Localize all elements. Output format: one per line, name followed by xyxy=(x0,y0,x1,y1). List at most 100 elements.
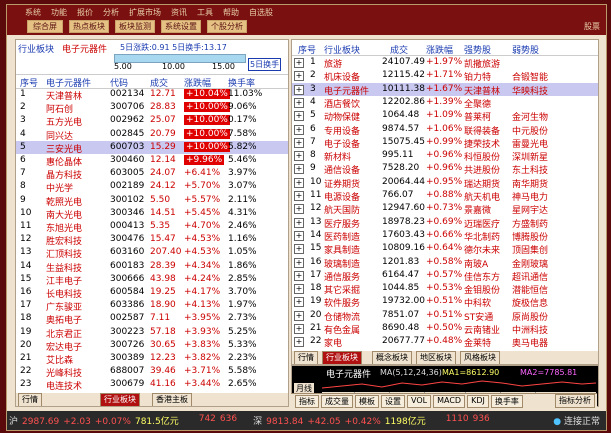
table-row[interactable]: 14 生益科技 600183 28.39 +4.34% 1.86% xyxy=(16,260,288,274)
expand-icon[interactable]: + xyxy=(294,58,304,68)
indicator-tab[interactable]: 换手率 xyxy=(490,395,523,408)
indicator-tab[interactable]: KDJ xyxy=(467,395,489,408)
indicator-tab[interactable]: 成交量 xyxy=(321,395,353,408)
expand-icon[interactable]: + xyxy=(294,244,304,255)
tab-quote[interactable]: 行情 xyxy=(18,393,42,406)
expand-icon[interactable]: + xyxy=(294,284,304,295)
expand-icon[interactable]: + xyxy=(294,230,304,241)
table-row[interactable]: +7 电子设备 15075.45 +0.99% 捷荣技术 雷曼光电 xyxy=(292,136,598,150)
tab-region[interactable]: 地区板块 xyxy=(416,351,456,364)
table-row[interactable]: 8 中光学 002189 24.12 +5.70% 3.07% xyxy=(16,180,288,194)
col-volume[interactable]: 成交 xyxy=(390,43,408,56)
expand-icon[interactable]: + xyxy=(294,204,304,215)
table-row[interactable]: 17 广东骏亚 603386 18.90 +4.13% 1.97% xyxy=(16,299,288,313)
indicator-tab[interactable]: MACD xyxy=(433,395,466,408)
table-row[interactable]: +18 其它采掘 1044.85 +0.53% 金钼股份 潜能恒信 xyxy=(292,282,598,296)
col-no[interactable]: 序号 xyxy=(298,43,316,56)
table-row[interactable]: +5 动物保健 1064.48 +1.09% 普莱柯 金河生物 xyxy=(292,109,598,123)
table-row[interactable]: 10 南大光电 300346 14.51 +5.45% 4.31% xyxy=(16,207,288,221)
tab-hk[interactable]: 香港主板 xyxy=(152,393,192,406)
toolbar-button-5[interactable]: 个股分析 xyxy=(207,20,247,33)
index-item[interactable]: 1110 936 xyxy=(438,414,498,427)
expand-icon[interactable]: + xyxy=(294,191,304,201)
table-row[interactable]: 12 胜宏科技 300476 15.47 +4.53% 1.16% xyxy=(16,233,288,247)
table-row[interactable]: 19 北京君正 300223 57.18 +3.93% 5.25% xyxy=(16,326,288,340)
indicator-tab[interactable]: VOL xyxy=(407,395,432,408)
table-row[interactable]: 2 阿石创 300706 28.83 +10.00% 9.06% xyxy=(16,101,288,115)
table-row[interactable]: 13 汇顶科技 603160 207.40 +4.53% 1.05% xyxy=(16,246,288,260)
expand-icon[interactable]: + xyxy=(294,217,304,228)
toolbar-button-1[interactable]: 综合屏 xyxy=(27,20,63,33)
index-item[interactable]: 742 636 xyxy=(191,414,245,427)
expand-icon[interactable]: + xyxy=(294,137,304,148)
menu-item-4[interactable]: 扩展市场 xyxy=(129,7,161,17)
table-row[interactable]: +6 专用设备 9874.57 +1.06% 联得装备 中元股份 xyxy=(292,123,598,137)
expand-icon[interactable]: + xyxy=(294,270,304,281)
table-row[interactable]: +13 医疗服务 18978.23 +0.69% 迈瑞医疗 方盛制药 xyxy=(292,216,598,230)
tab-industry[interactable]: 行业板块 xyxy=(100,393,140,406)
expand-icon[interactable]: + xyxy=(294,310,304,321)
expand-icon[interactable]: + xyxy=(294,177,304,188)
table-row[interactable]: 4 同兴达 002845 20.79 +10.00% 7.58% xyxy=(16,128,288,142)
expand-icon[interactable]: + xyxy=(294,164,304,175)
indicator-analysis-button[interactable]: 指标分析 xyxy=(555,394,595,408)
menu-item-7[interactable]: 帮助 xyxy=(223,7,239,17)
table-row[interactable]: 15 江丰电子 300666 43.98 +4.24% 2.85% xyxy=(16,273,288,287)
table-row[interactable]: +4 酒店餐饮 12202.86 +1.39% 全聚德 xyxy=(292,96,598,110)
table-row[interactable]: +20 仓储物流 7851.07 +0.51% ST安通 原尚股份 xyxy=(292,309,598,323)
table-row[interactable]: +8 新材料 995.11 +0.96% 科恒股份 深圳新星 xyxy=(292,149,598,163)
expand-icon[interactable]: + xyxy=(294,297,304,308)
toolbar-button-2[interactable]: 热点板块 xyxy=(69,20,109,33)
table-row[interactable]: 9 乾照光电 300102 5.50 +5.57% 2.11% xyxy=(16,194,288,208)
table-row[interactable]: +16 玻璃制造 1201.83 +0.58% 南玻A 金刚玻璃 xyxy=(292,256,598,270)
table-row[interactable]: +10 证券期货 20064.44 +0.95% 瑞达期货 南华期货 xyxy=(292,176,598,190)
menu-item-1[interactable]: 功能 xyxy=(51,7,67,17)
expand-icon[interactable]: + xyxy=(294,97,304,108)
indicator-tab[interactable]: 模板 xyxy=(355,395,379,408)
table-row[interactable]: 16 长电科技 600584 19.25 +4.17% 3.70% xyxy=(16,286,288,300)
table-row[interactable]: 1 天津普林 002134 12.71 +10.04% 11.03% xyxy=(16,88,288,102)
table-row[interactable]: 21 艾比森 300389 12.23 +3.82% 2.23% xyxy=(16,352,288,366)
table-row[interactable]: 18 奥拓电子 002587 7.11 +3.95% 2.73% xyxy=(16,312,288,326)
index-item[interactable]: 沪 2987.69 +2.03 +0.07% 781.5亿元 xyxy=(9,414,183,427)
menu-item-0[interactable]: 系统 xyxy=(25,7,41,17)
index-item[interactable]: 深 9813.84 +42.05 +0.42% 1198亿元 xyxy=(253,414,430,427)
col-change[interactable]: 涨跌幅 xyxy=(426,43,453,56)
table-row[interactable]: +11 电源设备 766.07 +0.88% 航天机电 神马电力 xyxy=(292,189,598,203)
toolbar-button-4[interactable]: 系统设置 xyxy=(161,20,201,33)
table-row[interactable]: 23 电连技术 300679 41.16 +3.44% 2.65% xyxy=(16,378,288,392)
table-row[interactable]: +2 机床设备 12115.42 +1.71% 铂力特 合锻智能 xyxy=(292,69,598,83)
expand-icon[interactable]: + xyxy=(294,337,304,348)
expand-icon[interactable]: + xyxy=(294,151,304,162)
turnover-period-button[interactable]: 5日换手 xyxy=(248,58,282,71)
tab-quote[interactable]: 行情 xyxy=(294,351,318,364)
indicator-tab[interactable]: 设置 xyxy=(381,395,405,408)
col-sector[interactable]: 行业板块 xyxy=(324,43,360,56)
table-row[interactable]: +15 家具制造 10809.16 +0.64% 德尔未来 顶固集创 xyxy=(292,242,598,256)
table-row[interactable]: 7 晶方科技 603005 24.07 +6.41% 3.97% xyxy=(16,167,288,181)
table-row[interactable]: +9 通信设备 7528.20 +0.96% 共进股份 东土科技 xyxy=(292,162,598,176)
table-row[interactable]: +21 有色金属 8690.48 +0.50% 云南锗业 中洲科技 xyxy=(292,322,598,336)
expand-icon[interactable]: + xyxy=(294,84,304,95)
table-row[interactable]: 5 三安光电 600703 15.29 +10.00% 5.82% xyxy=(16,140,288,155)
col-weak[interactable]: 弱势股 xyxy=(512,43,539,56)
table-row[interactable]: +22 家电 20677.77 +0.48% 金莱特 奥马电器 xyxy=(292,335,598,349)
table-row[interactable]: +17 通信服务 6164.47 +0.57% 佳信东方 超讯通信 xyxy=(292,269,598,283)
table-row[interactable]: 11 东旭光电 000413 5.35 +4.70% 2.46% xyxy=(16,220,288,234)
table-row[interactable]: +19 软件服务 19732.00 +0.51% 中科软 旋极信息 xyxy=(292,295,598,309)
menu-item-8[interactable]: 自选股 xyxy=(249,7,273,17)
table-row[interactable]: +12 航天国防 12947.60 +0.73% 景嘉微 星网宇达 xyxy=(292,202,598,216)
table-row[interactable]: 6 惠伦晶体 300460 12.14 +9.96% 5.46% xyxy=(16,154,288,168)
expand-icon[interactable]: + xyxy=(294,71,304,82)
expand-icon[interactable]: + xyxy=(294,111,304,122)
table-row[interactable]: 20 宏达电子 300726 30.65 +3.83% 5.33% xyxy=(16,339,288,353)
menu-item-3[interactable]: 分析 xyxy=(103,7,119,17)
table-row[interactable]: +14 医药制造 17603.43 +0.66% 华北制药 博腾股份 xyxy=(292,229,598,243)
expand-icon[interactable]: + xyxy=(294,324,304,334)
menu-item-2[interactable]: 报价 xyxy=(77,7,93,17)
table-row[interactable]: +3 电子元器件 10111.38 +1.67% 天津普林 华映科技 xyxy=(292,82,598,97)
toolbar-button-3[interactable]: 板块监测 xyxy=(115,20,155,33)
table-row[interactable]: 22 光峰科技 688007 39.46 +3.71% 5.58% xyxy=(16,365,288,379)
indicator-tab[interactable]: 指标 xyxy=(295,395,319,408)
col-strong[interactable]: 强势股 xyxy=(464,43,491,56)
